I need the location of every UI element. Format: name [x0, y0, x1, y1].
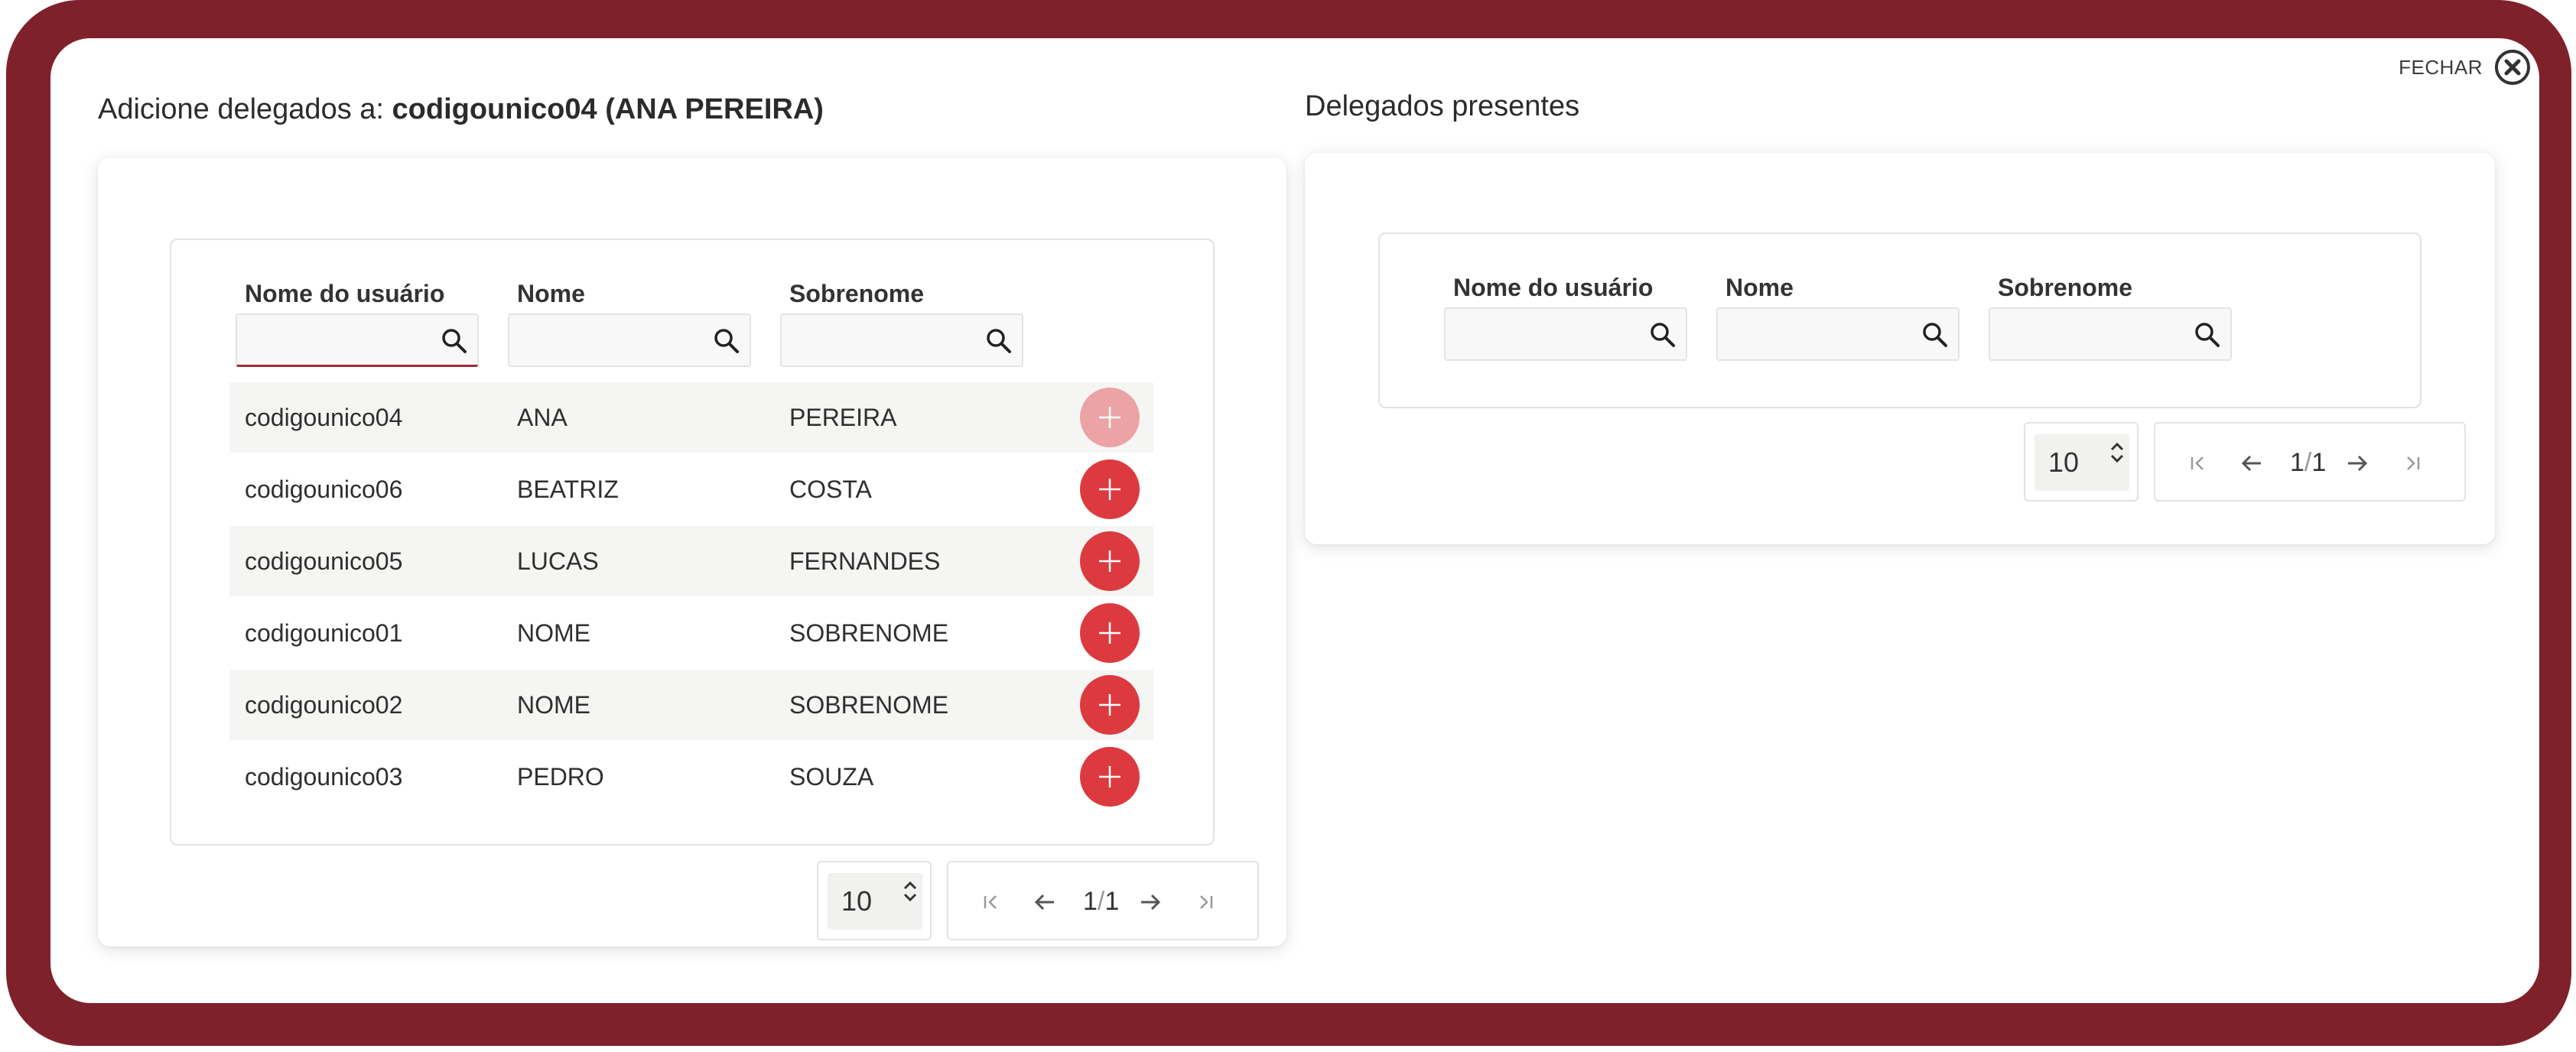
- surname-filter[interactable]: [780, 313, 1023, 367]
- cell-username: codigounico01: [245, 619, 403, 647]
- add-delegate-button[interactable]: [1080, 747, 1140, 807]
- name-filter[interactable]: [508, 313, 751, 367]
- pagination-nav: 1/1: [947, 861, 1259, 940]
- current-page: 1: [1083, 887, 1098, 916]
- add-delegate-button[interactable]: [1080, 675, 1140, 735]
- chevron-updown-icon[interactable]: [2108, 439, 2126, 466]
- plus-icon: [1099, 622, 1120, 644]
- cell-name: PEDRO: [517, 762, 604, 791]
- heading-prefix: Adicione delegados a:: [98, 93, 392, 125]
- previous-page-icon[interactable]: [1031, 888, 1059, 916]
- add-delegate-button[interactable]: [1080, 531, 1140, 591]
- first-page-icon[interactable]: [2184, 450, 2212, 477]
- surname-filter[interactable]: [1989, 307, 2232, 361]
- page-size-select[interactable]: 10: [817, 861, 932, 940]
- search-icon[interactable]: [984, 326, 1014, 356]
- page-size-select[interactable]: 10: [2024, 422, 2139, 502]
- cell-name: NOME: [517, 690, 590, 719]
- username-filter[interactable]: [236, 313, 479, 367]
- add-delegate-button: [1080, 388, 1140, 447]
- cell-username: codigounico02: [245, 690, 403, 719]
- search-icon[interactable]: [1647, 320, 1678, 350]
- present-delegates-table: Nome do usuário Nome Sobrenome: [1378, 232, 2422, 408]
- page-indicator: 1/1: [2290, 448, 2327, 477]
- surname-filter-input[interactable]: [782, 315, 973, 365]
- table-row: codigounico01 NOME SOBRENOME: [229, 598, 1153, 668]
- plus-icon: [1099, 694, 1120, 716]
- modal-frame: FECHAR Adicione delegados a: codigounico…: [6, 0, 2571, 1046]
- col-surname-header: Sobrenome: [1998, 274, 2133, 301]
- last-page-icon[interactable]: [2399, 450, 2426, 477]
- table-row: codigounico02 NOME SOBRENOME: [229, 670, 1153, 740]
- present-delegates-card: Nome do usuário Nome Sobrenome 10 1/1: [1305, 153, 2495, 544]
- cell-username: codigounico04: [245, 403, 403, 431]
- col-username-header: Nome do usuário: [245, 280, 445, 307]
- available-users-table: Nome do usuário Nome Sobrenome codigouni…: [170, 239, 1215, 846]
- chevron-updown-icon[interactable]: [901, 878, 919, 905]
- table-row: codigounico03 PEDRO SOUZA: [229, 742, 1153, 812]
- total-pages: 1: [2311, 448, 2327, 477]
- cell-surname: COSTA: [789, 475, 872, 503]
- cell-surname: FERNANDES: [789, 547, 941, 575]
- first-page-icon[interactable]: [977, 888, 1005, 916]
- page-indicator: 1/1: [1083, 887, 1120, 916]
- search-icon[interactable]: [1920, 320, 1950, 350]
- close-label: FECHAR: [2399, 55, 2483, 79]
- cell-username: codigounico06: [245, 475, 403, 503]
- cell-surname: SOBRENOME: [789, 690, 949, 719]
- next-page-icon[interactable]: [2343, 450, 2371, 477]
- cell-name: ANA: [517, 403, 568, 431]
- name-filter-input[interactable]: [1718, 309, 1909, 359]
- delegates-modal: FECHAR Adicione delegados a: codigounico…: [50, 38, 2539, 1003]
- add-delegates-heading: Adicione delegados a: codigounico04 (ANA…: [98, 93, 824, 126]
- cell-surname: PEREIRA: [789, 403, 897, 431]
- close-button[interactable]: FECHAR: [2399, 44, 2532, 90]
- next-page-icon[interactable]: [1137, 888, 1164, 916]
- plus-icon: [1099, 479, 1120, 500]
- total-pages: 1: [1104, 887, 1120, 916]
- page-size-value: 10: [2048, 446, 2080, 478]
- search-icon[interactable]: [2192, 320, 2223, 350]
- add-delegate-button[interactable]: [1080, 459, 1140, 519]
- name-filter-input[interactable]: [509, 315, 701, 365]
- cell-username: codigounico05: [245, 547, 403, 575]
- plus-icon: [1099, 407, 1120, 428]
- name-filter[interactable]: [1716, 307, 1960, 361]
- search-icon[interactable]: [711, 326, 742, 356]
- previous-page-icon[interactable]: [2238, 450, 2265, 477]
- username-filter-input[interactable]: [237, 315, 428, 365]
- surname-filter-input[interactable]: [1990, 309, 2181, 359]
- cell-surname: SOUZA: [789, 762, 874, 791]
- table-row: codigounico06 BEATRIZ COSTA: [229, 454, 1153, 524]
- present-delegates-heading: Delegados presentes: [1305, 90, 1580, 122]
- table-row: codigounico04 ANA PEREIRA: [229, 382, 1153, 453]
- table-row: codigounico05 LUCAS FERNANDES: [229, 526, 1153, 596]
- current-page: 1: [2290, 448, 2304, 477]
- available-users-card: Nome do usuário Nome Sobrenome codigouni…: [98, 157, 1286, 946]
- close-icon[interactable]: [2493, 48, 2532, 86]
- page-size-value: 10: [841, 885, 873, 917]
- cell-name: BEATRIZ: [517, 475, 619, 503]
- plus-icon: [1099, 766, 1120, 787]
- col-username-header: Nome do usuário: [1453, 274, 1654, 301]
- col-name-header: Nome: [1725, 274, 1794, 301]
- cell-username: codigounico03: [245, 762, 403, 791]
- username-filter-input[interactable]: [1446, 309, 1637, 359]
- plus-icon: [1099, 550, 1120, 572]
- heading-user: codigounico04 (ANA PEREIRA): [392, 93, 824, 125]
- add-delegate-button[interactable]: [1080, 603, 1140, 663]
- cell-name: LUCAS: [517, 547, 599, 575]
- cell-surname: SOBRENOME: [789, 619, 949, 647]
- search-icon[interactable]: [439, 326, 470, 356]
- col-name-header: Nome: [517, 280, 585, 307]
- col-surname-header: Sobrenome: [789, 280, 925, 307]
- username-filter[interactable]: [1444, 307, 1687, 361]
- pagination-nav: 1/1: [2154, 422, 2466, 502]
- cell-name: NOME: [517, 619, 590, 647]
- last-page-icon[interactable]: [1192, 888, 1219, 916]
